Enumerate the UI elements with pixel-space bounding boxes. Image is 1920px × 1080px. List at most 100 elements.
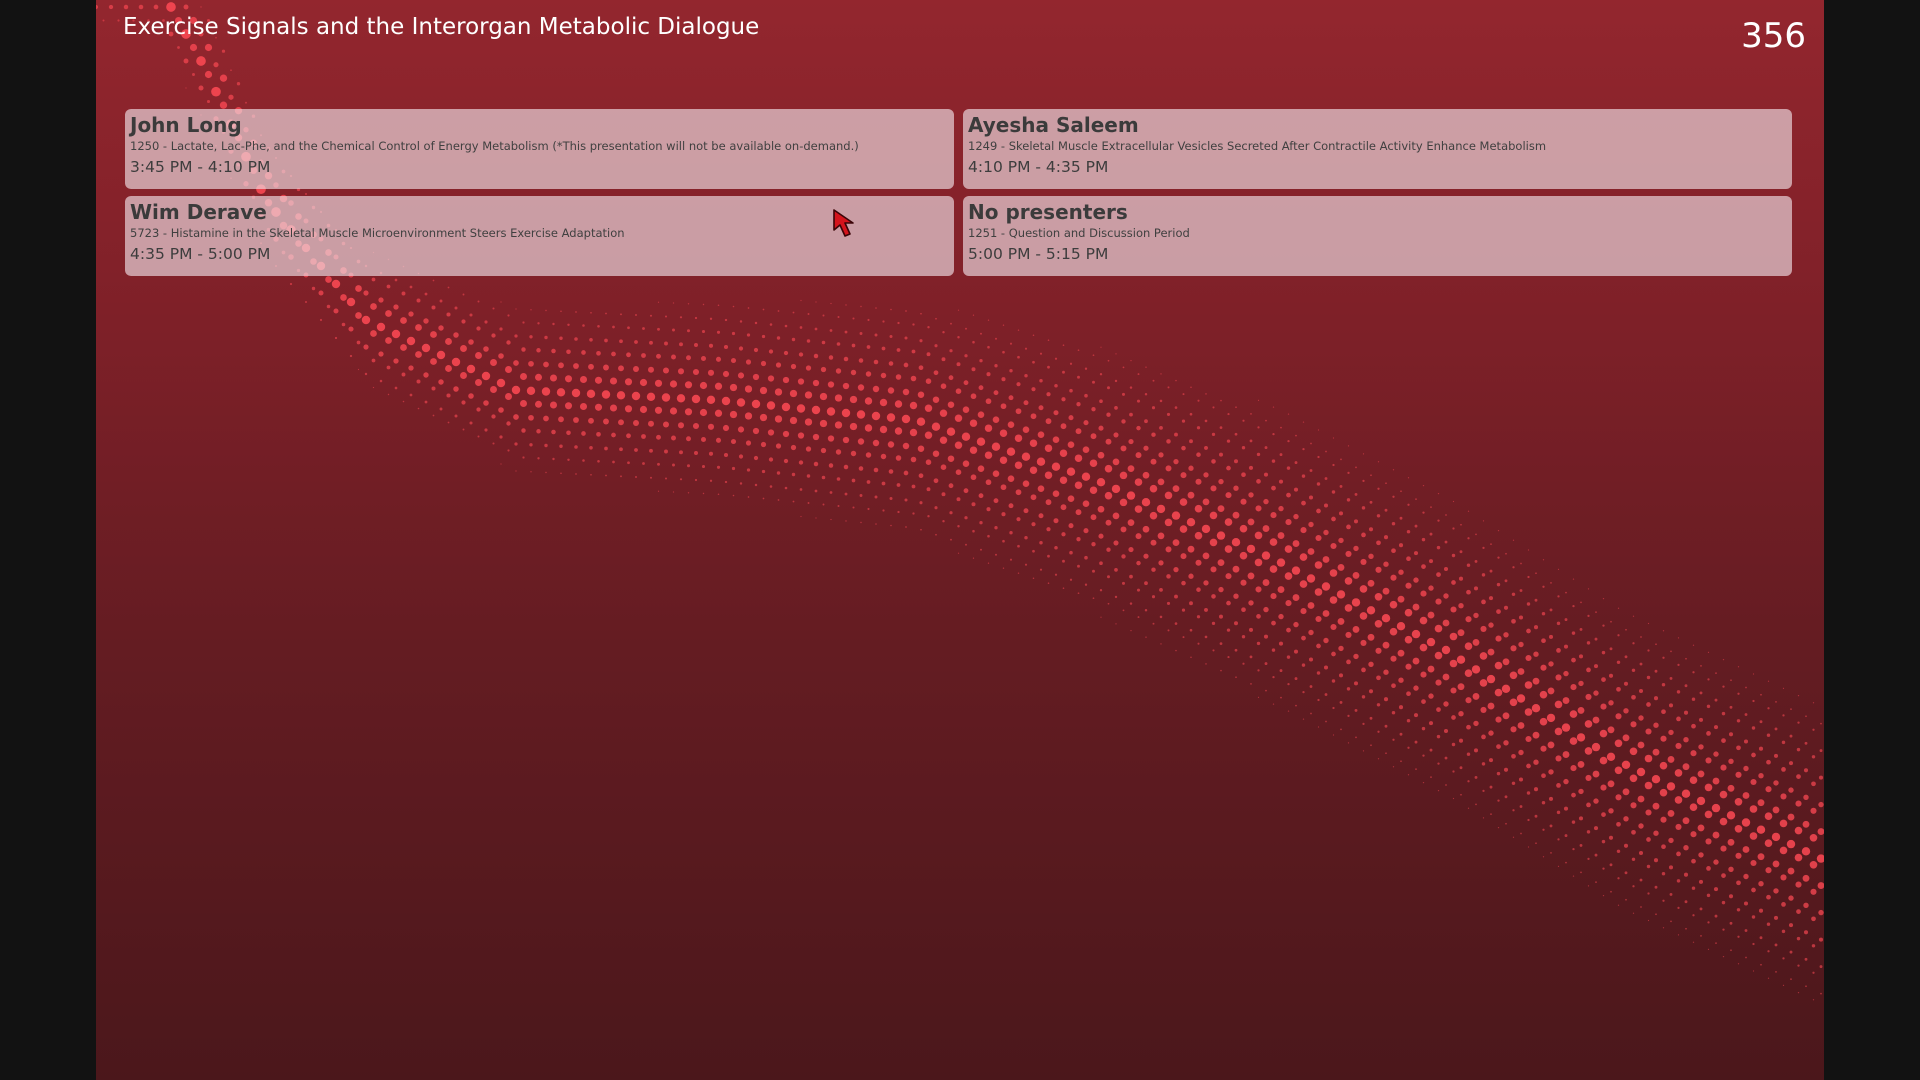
background-dot bbox=[819, 392, 828, 401]
background-dot bbox=[1107, 359, 1110, 362]
background-dot bbox=[1533, 651, 1539, 657]
background-dot bbox=[1256, 614, 1261, 619]
background-dot bbox=[709, 317, 713, 320]
background-dot bbox=[1269, 565, 1278, 573]
session-card: No presenters 1251 - Question and Discus… bbox=[963, 196, 1792, 276]
background-dot bbox=[1361, 532, 1366, 538]
background-dot bbox=[153, 4, 159, 10]
background-dot bbox=[1250, 413, 1252, 415]
background-dot bbox=[732, 494, 735, 497]
background-dot bbox=[1571, 820, 1576, 824]
background-dot bbox=[1571, 792, 1576, 798]
background-dot bbox=[1399, 516, 1403, 520]
background-dot bbox=[1360, 639, 1367, 646]
background-dot bbox=[1631, 668, 1636, 673]
background-dot bbox=[1145, 636, 1147, 638]
background-dot bbox=[1115, 353, 1117, 355]
background-dot bbox=[1676, 851, 1681, 857]
background-dot bbox=[835, 368, 842, 374]
background-dot bbox=[1749, 805, 1758, 813]
background-dot bbox=[439, 299, 443, 303]
background-dot bbox=[927, 326, 930, 329]
background-dot bbox=[1548, 634, 1554, 639]
background-dot bbox=[1563, 644, 1569, 649]
background-dot bbox=[1293, 487, 1299, 492]
background-dot bbox=[812, 433, 820, 441]
background-dot bbox=[679, 342, 683, 347]
background-dot bbox=[1578, 788, 1584, 795]
background-dot bbox=[445, 365, 452, 372]
background-dot bbox=[1734, 824, 1743, 833]
mouse-cursor-icon bbox=[833, 209, 854, 237]
background-dot bbox=[860, 305, 862, 308]
background-dot bbox=[1526, 763, 1531, 769]
background-dot bbox=[416, 298, 421, 303]
background-dot bbox=[363, 344, 369, 350]
background-dot bbox=[528, 360, 534, 367]
background-dot bbox=[1422, 511, 1425, 514]
background-dot bbox=[1622, 788, 1630, 796]
background-dot bbox=[1677, 637, 1680, 639]
background-dot bbox=[1565, 861, 1567, 864]
background-dot bbox=[1385, 482, 1387, 485]
background-dot bbox=[1595, 611, 1597, 613]
background-dot bbox=[1419, 643, 1428, 652]
background-dot bbox=[1512, 566, 1515, 569]
background-dot bbox=[1353, 519, 1359, 524]
background-dot bbox=[1683, 737, 1689, 743]
background-dot bbox=[1766, 759, 1771, 765]
background-dot bbox=[1797, 694, 1800, 697]
background-dot bbox=[1557, 865, 1560, 868]
background-dot bbox=[887, 441, 895, 448]
background-dot bbox=[888, 361, 894, 366]
background-dot bbox=[1480, 706, 1487, 713]
background-dot bbox=[1539, 690, 1548, 699]
background-dot bbox=[664, 315, 668, 318]
background-dot bbox=[1346, 524, 1351, 530]
background-dot bbox=[1698, 852, 1704, 858]
background-dot bbox=[1257, 426, 1260, 429]
background-dot bbox=[1046, 527, 1051, 532]
background-dot bbox=[1037, 485, 1045, 493]
background-dot bbox=[1032, 334, 1035, 336]
background-dot bbox=[672, 328, 675, 332]
background-dot bbox=[1234, 621, 1238, 626]
background-dot bbox=[1600, 784, 1607, 791]
background-dot bbox=[200, 6, 202, 8]
background-dot bbox=[1082, 500, 1090, 508]
background-dot bbox=[1668, 729, 1674, 736]
background-dot bbox=[1262, 525, 1270, 533]
background-dot bbox=[1751, 915, 1756, 919]
background-dot bbox=[318, 290, 324, 296]
background-dot bbox=[797, 378, 805, 385]
background-dot bbox=[1397, 595, 1405, 603]
background-dot bbox=[701, 329, 706, 334]
background-dot bbox=[1579, 627, 1583, 631]
background-dot bbox=[1487, 702, 1495, 710]
background-dot bbox=[1775, 701, 1777, 703]
background-dot bbox=[618, 365, 624, 372]
background-dot bbox=[1556, 621, 1561, 626]
background-dot bbox=[1564, 834, 1568, 838]
background-dot bbox=[1533, 759, 1539, 765]
background-dot bbox=[828, 355, 834, 360]
background-dot bbox=[1677, 663, 1680, 667]
background-dot bbox=[791, 472, 796, 477]
background-dot bbox=[376, 322, 386, 332]
background-dot bbox=[1129, 412, 1133, 417]
background-dot bbox=[1599, 756, 1608, 765]
background-dot bbox=[1227, 656, 1230, 659]
background-dot bbox=[331, 279, 341, 289]
background-dot bbox=[1151, 567, 1156, 572]
background-dot bbox=[357, 368, 360, 371]
background-dot bbox=[1467, 780, 1470, 783]
background-dot bbox=[530, 309, 532, 311]
background-dot bbox=[1554, 700, 1563, 709]
background-dot bbox=[1136, 399, 1141, 403]
background-dot bbox=[896, 483, 901, 487]
background-dot bbox=[1668, 703, 1674, 708]
background-dot bbox=[1234, 432, 1238, 436]
background-dot bbox=[747, 496, 750, 498]
background-dot bbox=[1174, 406, 1178, 409]
background-dot bbox=[751, 399, 761, 409]
